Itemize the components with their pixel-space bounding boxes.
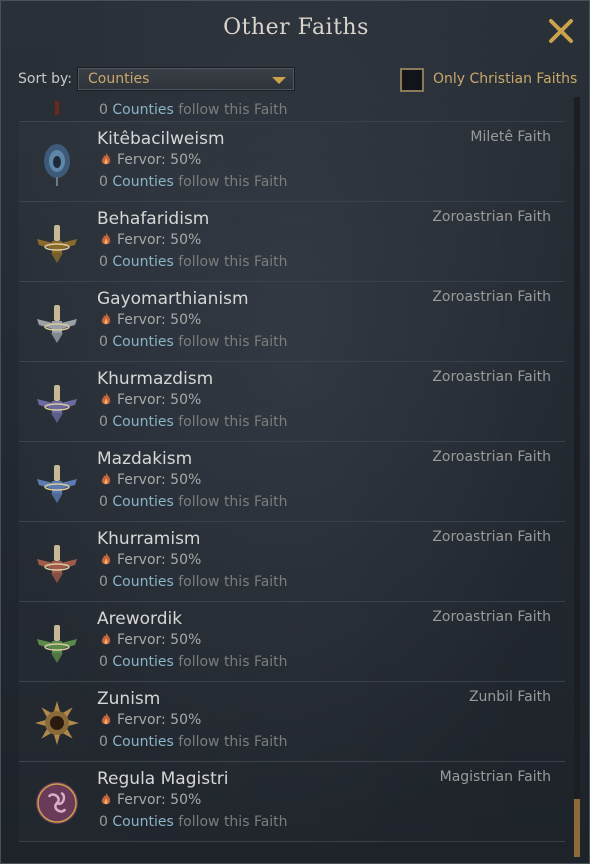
sun-icon (35, 701, 79, 745)
faith-name: Khurmazdism (97, 369, 214, 389)
only-christian-checkbox[interactable] (400, 68, 424, 92)
fervor: Fervor: 50% (99, 632, 201, 648)
close-icon[interactable] (545, 15, 577, 47)
flame-icon (101, 473, 111, 485)
list-item-regula-magistri[interactable]: Regula Magistri Magistrian Faith Fervor:… (19, 761, 565, 842)
fervor: Fervor: 50% (99, 712, 201, 728)
faith-icon-partial (55, 101, 59, 115)
faith-group: Zoroastrian Faith (432, 289, 551, 305)
only-christian-label[interactable]: Only Christian Faiths (433, 71, 577, 87)
triskelion-icon (36, 782, 78, 824)
county-count: 0 Counties follow this Faith (99, 734, 288, 750)
flame-icon (101, 633, 111, 645)
faravahar-icon (37, 625, 77, 663)
faith-name: Mazdakism (97, 449, 193, 469)
faravahar-icon (37, 545, 77, 583)
list-item-partial[interactable]: 0 Counties follow this Faith (19, 97, 565, 122)
faith-group: Zoroastrian Faith (432, 369, 551, 385)
faith-group: Zoroastrian Faith (432, 209, 551, 225)
faith-name: Kitêbacilweism (97, 129, 225, 149)
faith-name: Khurramism (97, 529, 201, 549)
flame-icon (101, 393, 111, 405)
faith-name: Behafaridism (97, 209, 210, 229)
county-count: 0 Counties follow this Faith (99, 254, 288, 270)
faith-name: Regula Magistri (97, 769, 229, 789)
faith-group: Zoroastrian Faith (432, 449, 551, 465)
faith-list[interactable]: 0 Counties follow this Faith Kitêbacilwe… (19, 97, 565, 863)
fervor: Fervor: 50% (99, 472, 201, 488)
faravahar-icon (37, 225, 77, 263)
faravahar-icon (37, 465, 77, 503)
county-count: 0 Counties follow this Faith (99, 814, 288, 830)
fervor: Fervor: 50% (99, 552, 201, 568)
fervor: Fervor: 50% (99, 312, 201, 328)
faith-name: Zunism (97, 689, 161, 709)
chevron-down-icon (272, 77, 286, 84)
faith-name: Arewordik (97, 609, 183, 629)
flame-icon (101, 233, 111, 245)
county-count: 0 Counties follow this Faith (99, 334, 288, 350)
flame-icon (101, 793, 111, 805)
faith-group: Zoroastrian Faith (432, 529, 551, 545)
county-count: 0 Counties follow this Faith (99, 174, 288, 190)
scrollbar[interactable] (574, 97, 580, 857)
list-item-zunism[interactable]: Zunism Zunbil Faith Fervor: 50% 0 Counti… (19, 681, 565, 762)
flame-icon (101, 713, 111, 725)
faith-group: Magistrian Faith (439, 769, 551, 785)
faravahar-icon (37, 305, 77, 343)
flame-icon (101, 313, 111, 325)
window-title: Other Faiths (223, 15, 369, 40)
flame-icon (101, 153, 111, 165)
fervor: Fervor: 50% (99, 232, 201, 248)
list-item-arewordik[interactable]: Arewordik Zoroastrian Faith Fervor: 50% … (19, 601, 565, 682)
sort-label: Sort by: (18, 71, 73, 87)
flame-icon (101, 553, 111, 565)
faravahar-icon (37, 385, 77, 423)
county-count: 0 Counties follow this Faith (99, 494, 288, 510)
fervor: Fervor: 50% (99, 392, 201, 408)
county-count: 0 Counties follow this Faith (99, 102, 288, 118)
peacock-feather-icon (44, 144, 70, 186)
faith-group: Zoroastrian Faith (432, 609, 551, 625)
list-item-khurmazdism[interactable]: Khurmazdism Zoroastrian Faith Fervor: 50… (19, 361, 565, 442)
county-count: 0 Counties follow this Faith (99, 414, 288, 430)
list-item-behafaridism[interactable]: Behafaridism Zoroastrian Faith Fervor: 5… (19, 201, 565, 282)
list-item-mazdakism[interactable]: Mazdakism Zoroastrian Faith Fervor: 50% … (19, 441, 565, 522)
fervor: Fervor: 50% (99, 152, 201, 168)
fervor: Fervor: 50% (99, 792, 201, 808)
sort-value: Counties (88, 71, 150, 87)
list-item-gayomarthianism[interactable]: Gayomarthianism Zoroastrian Faith Fervor… (19, 281, 565, 362)
county-count: 0 Counties follow this Faith (99, 654, 288, 670)
list-item-kit-bacilweism[interactable]: Kitêbacilweism Miletê Faith Fervor: 50% … (19, 121, 565, 202)
faith-group: Zunbil Faith (468, 689, 551, 705)
faith-name: Gayomarthianism (97, 289, 249, 309)
other-faiths-window: Other Faiths Sort by: Counties Only Chri… (0, 0, 590, 864)
sort-dropdown[interactable]: Counties (77, 67, 295, 91)
scrollbar-thumb[interactable] (574, 799, 580, 857)
list-item-khurramism[interactable]: Khurramism Zoroastrian Faith Fervor: 50%… (19, 521, 565, 602)
county-count: 0 Counties follow this Faith (99, 574, 288, 590)
faith-group: Miletê Faith (470, 129, 551, 145)
